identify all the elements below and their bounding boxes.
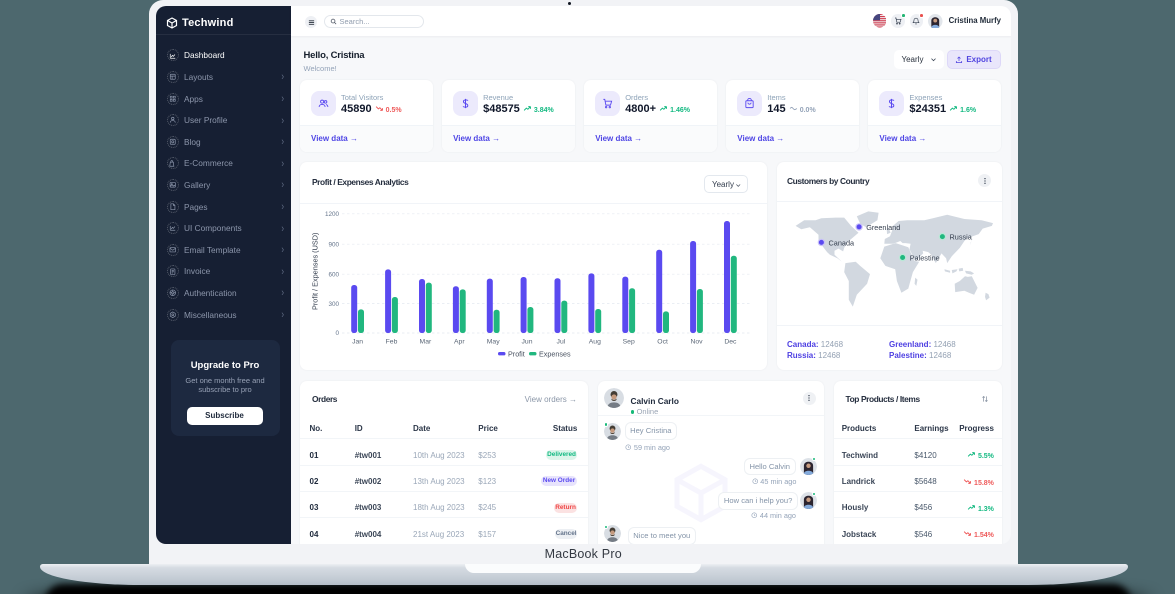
svg-text:Dec: Dec [724,339,737,346]
svg-text:Apr: Apr [454,339,465,346]
svg-text:Profit / Expenses (USD): Profit / Expenses (USD) [311,233,320,310]
svg-text:900: 900 [328,241,339,248]
svg-text:Aug: Aug [589,339,601,346]
svg-text:1200: 1200 [325,211,340,218]
svg-text:Canada: Canada [828,238,855,247]
svg-text:Jun: Jun [522,339,533,346]
svg-text:0: 0 [335,330,339,337]
svg-text:Nov: Nov [690,339,703,346]
svg-text:300: 300 [328,301,339,308]
svg-text:Feb: Feb [386,339,398,346]
svg-text:Expenses: Expenses [539,349,571,358]
svg-text:May: May [487,339,500,346]
svg-text:Greenland: Greenland [866,223,900,232]
svg-text:Palestine: Palestine [909,253,939,262]
svg-text:Mar: Mar [420,339,432,346]
svg-text:Oct: Oct [657,339,668,346]
svg-text:Profit: Profit [508,349,525,358]
svg-text:Sep: Sep [623,339,635,346]
svg-text:600: 600 [328,271,339,278]
svg-text:Russia: Russia [949,233,972,242]
svg-text:Jul: Jul [557,339,566,346]
svg-text:Jan: Jan [352,339,363,346]
